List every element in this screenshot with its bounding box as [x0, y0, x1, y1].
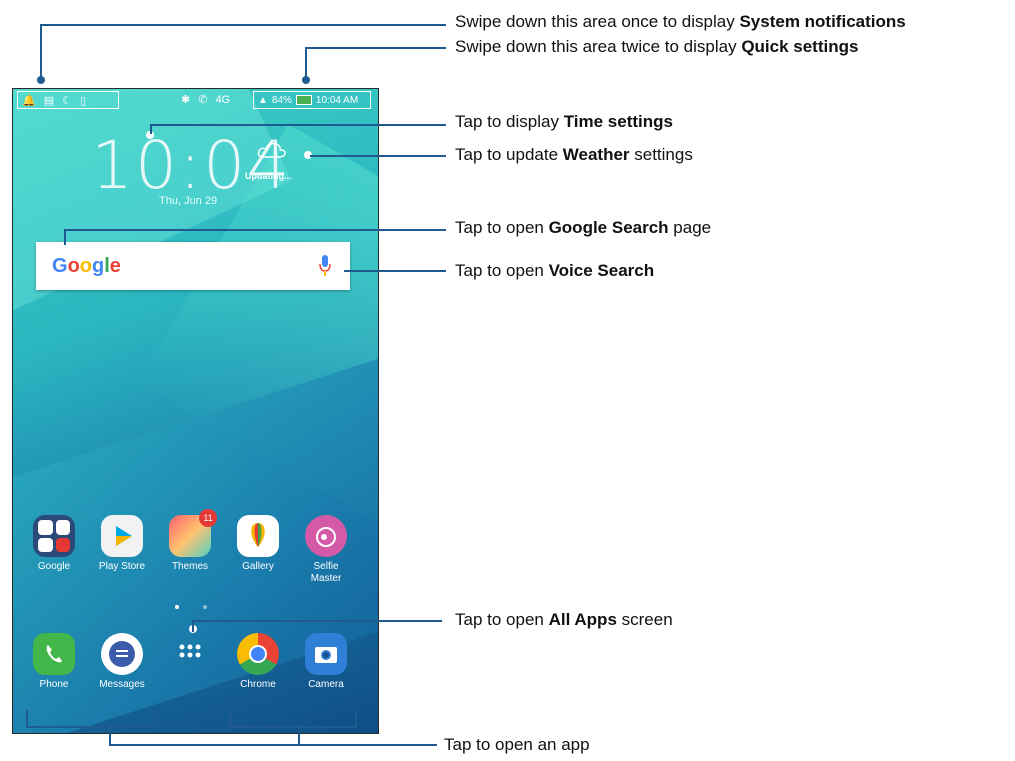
camera-icon: [305, 633, 347, 675]
phone-home-screen: 🔔 ▤ ☾ ▯ ✱ ✆ 4G ▲ 84% 10:04 AM 10:04 Thu,…: [12, 88, 379, 734]
app-messages[interactable]: Messages: [92, 633, 152, 691]
annotation-weather: Tap to update Weather settings: [455, 145, 693, 164]
page-indicator: [175, 605, 207, 609]
callout-line: [40, 24, 42, 78]
page-dot-active: [175, 605, 179, 609]
gallery-icon: [237, 515, 279, 557]
app-label: Chrome: [240, 679, 276, 690]
app-selfie-master[interactable]: Selfie Master: [296, 515, 356, 585]
app-themes[interactable]: 11 Themes: [160, 509, 220, 573]
status-time: 10:04 AM: [315, 94, 359, 106]
app-label: Camera: [308, 679, 344, 690]
annotation-quick-settings: Swipe down this area twice to display Qu…: [455, 37, 859, 56]
callout-line: [229, 726, 357, 728]
app-label: Messages: [99, 679, 145, 690]
app-label: Google: [37, 561, 71, 572]
app-label: Phone: [39, 679, 69, 690]
google-folder-icon: [33, 515, 75, 557]
app-label: Gallery: [242, 561, 274, 572]
callout-line: [150, 124, 446, 126]
app-label: Selfie Master: [310, 561, 342, 584]
app-label: Play Store: [98, 561, 146, 572]
callout-line: [64, 229, 446, 231]
app-play-store[interactable]: Play Store: [92, 515, 152, 573]
microphone-icon[interactable]: [318, 254, 332, 278]
app-gallery[interactable]: Gallery: [228, 515, 288, 573]
signal-icon: ▲: [258, 94, 268, 106]
google-search-bar[interactable]: Google: [36, 242, 350, 290]
all-apps-button[interactable]: [160, 633, 220, 679]
annotation-google-search: Tap to open Google Search page: [455, 218, 712, 237]
app-chrome[interactable]: Chrome: [228, 633, 288, 691]
callout-line: [40, 24, 446, 26]
battery-percent: 84%: [271, 94, 292, 106]
sd-icon: ▯: [79, 94, 87, 107]
callout-line: [26, 726, 156, 728]
phone-icon: [33, 633, 75, 675]
annotation-all-apps: Tap to open All Apps screen: [455, 610, 673, 629]
app-google-folder[interactable]: Google: [24, 515, 84, 573]
play-store-icon: [101, 515, 143, 557]
app-camera[interactable]: Camera: [296, 633, 356, 691]
all-apps-icon: [169, 633, 211, 675]
annotation-system-notifications: Swipe down this area once to display Sys…: [455, 12, 906, 31]
notification-badge: 11: [199, 509, 217, 527]
callout-line: [192, 620, 442, 622]
bluetooth-icon: ✱: [181, 94, 191, 106]
google-logo: Google: [52, 255, 121, 277]
quick-settings-area[interactable]: ▲ 84% 10:04 AM: [253, 91, 371, 109]
messages-icon: [101, 633, 143, 675]
callout-line: [305, 47, 446, 49]
app-label: Themes: [171, 561, 209, 572]
image-icon: ▤: [43, 94, 55, 107]
callout-line: [109, 744, 437, 746]
callout-line: [344, 270, 446, 272]
chrome-icon: [237, 633, 279, 675]
selfie-master-icon: [305, 515, 347, 557]
moon-icon: ☾: [62, 94, 72, 107]
callout-line: [310, 155, 446, 157]
lockscreen-date: Thu, Jun 29: [159, 195, 218, 207]
callout-line: [64, 229, 66, 245]
notification-area[interactable]: 🔔 ▤ ☾ ▯: [17, 91, 119, 109]
network-label: 4G: [215, 93, 231, 106]
annotation-time-settings: Tap to display Time settings: [455, 112, 673, 131]
app-phone[interactable]: Phone: [24, 633, 84, 691]
annotation-open-app: Tap to open an app: [444, 735, 590, 754]
callout-line: [305, 47, 307, 78]
notification-icon: 🔔: [22, 94, 36, 107]
weather-status[interactable]: Updating...: [245, 171, 292, 181]
battery-icon: [295, 95, 312, 105]
status-bar[interactable]: 🔔 ▤ ☾ ▯ ✱ ✆ 4G ▲ 84% 10:04 AM: [13, 89, 378, 111]
status-icons: ✱ ✆ 4G: [181, 93, 231, 107]
call-icon: ✆: [198, 94, 208, 106]
lockscreen-clock[interactable]: 10:04: [91, 127, 291, 204]
themes-icon: 11: [169, 509, 217, 557]
cloud-icon[interactable]: [257, 141, 287, 159]
page-dot: [203, 605, 207, 609]
annotation-voice-search: Tap to open Voice Search: [455, 261, 655, 280]
